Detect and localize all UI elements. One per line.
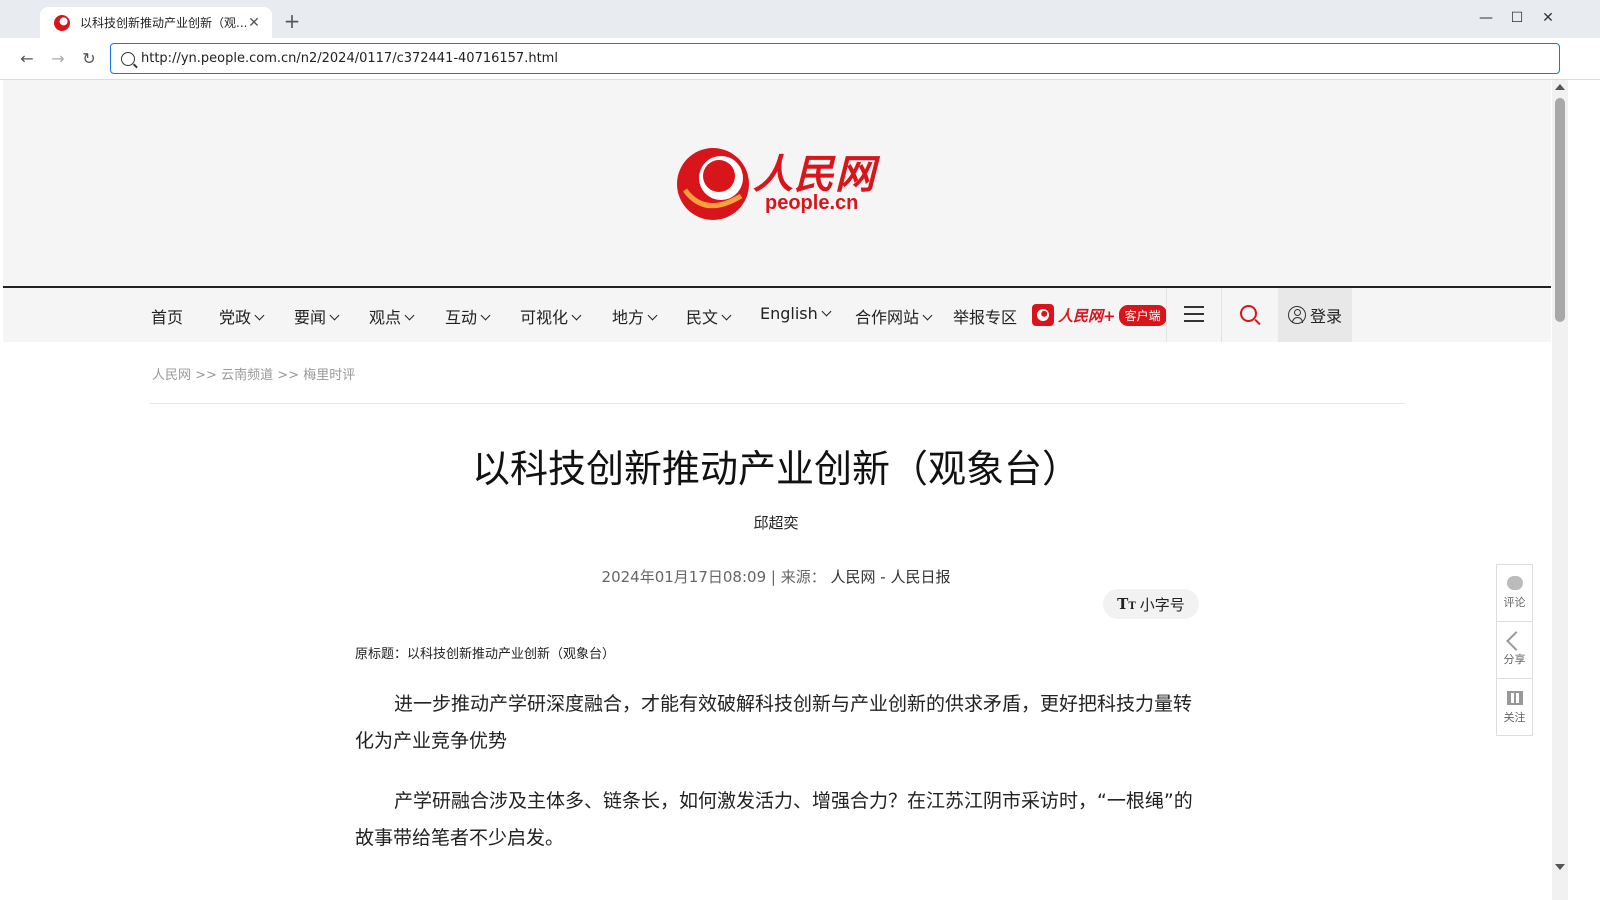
new-tab-icon[interactable]: + (282, 9, 302, 33)
browser-tab-bar: 以科技创新推动产业创新（观... ✕ + — ☐ ✕ (0, 0, 1600, 38)
article-paragraph: 产学研融合涉及主体多、链条长，如何激发活力、增强合力？在江苏江阴市采访时，“一根… (355, 790, 1193, 849)
chevron-down-icon (329, 310, 340, 321)
address-bar: ← → ↻ http://yn.people.com.cn/n2/2024/01… (0, 38, 1600, 80)
search-icon (121, 51, 135, 66)
chevron-down-icon (254, 310, 265, 321)
original-title: 原标题：以科技创新推动产业创新（观象台） (355, 647, 616, 662)
back-icon[interactable]: ← (17, 49, 37, 68)
breadcrumb-separator: >> (277, 368, 300, 383)
font-size-icon: TT (1117, 595, 1136, 613)
article-paragraph: 进一步推动产学研深度融合，才能有效破解科技创新与产业创新的供求矛盾，更好把科技力… (355, 693, 1193, 752)
maximize-icon[interactable]: ☐ (1507, 10, 1527, 26)
breadcrumb-separator: >> (195, 368, 217, 383)
reload-icon[interactable]: ↻ (79, 49, 99, 68)
nav-item-home[interactable]: 首页 (151, 304, 183, 328)
font-size-toggle[interactable]: TT 小字号 (1103, 589, 1199, 619)
nav-item-visual[interactable]: 可视化 (520, 304, 582, 328)
chevron-down-icon (480, 310, 491, 321)
follow-button[interactable]: 关注 (1497, 679, 1532, 736)
chevron-down-icon (404, 310, 415, 321)
nav-item-report[interactable]: 举报专区 (953, 304, 1017, 328)
user-icon (1287, 306, 1306, 324)
app-pill: 客户端 (1118, 304, 1167, 326)
hamburger-menu-icon[interactable] (1184, 306, 1204, 322)
window-edge (1568, 80, 1600, 900)
share-button[interactable]: 分享 (1497, 622, 1532, 679)
nav-item-local[interactable]: 地方 (612, 304, 658, 328)
follow-label: 关注 (1503, 710, 1526, 724)
app-logo-icon (1032, 304, 1054, 326)
scroll-up-icon[interactable] (1555, 84, 1565, 90)
site-logo[interactable]: 人民网 people.cn (675, 140, 895, 230)
close-tab-icon[interactable]: ✕ (246, 15, 262, 31)
url-input[interactable]: http://yn.people.com.cn/n2/2024/0117/c37… (110, 43, 1560, 74)
chevron-down-icon (721, 310, 732, 321)
app-download-link[interactable]: 人民网+ 客户端 (1032, 303, 1167, 327)
breadcrumb: 人民网 >> 云南频道 >> 梅里时评 (152, 364, 355, 383)
app-name: 人民网+ (1058, 306, 1116, 325)
chevron-down-icon (647, 310, 658, 321)
nav-item-partners[interactable]: 合作网站 (855, 304, 933, 328)
login-button[interactable]: 登录 (1278, 288, 1352, 342)
chevron-down-icon (821, 306, 832, 317)
favicon-icon (54, 14, 70, 31)
breadcrumb-link[interactable]: 人民网 (152, 368, 191, 383)
article-date: 2024年01月17日08:09 (601, 568, 767, 586)
article-source-link[interactable]: 人民网 - 人民日报 (831, 568, 951, 586)
comment-icon (1506, 576, 1523, 590)
article-author: 邱超奕 (753, 514, 799, 532)
login-label: 登录 (1309, 307, 1342, 326)
logo-subtext: people.cn (765, 192, 859, 214)
nav-divider (1221, 288, 1222, 342)
source-label: 来源： (780, 568, 826, 586)
comment-button[interactable]: 评论 (1497, 565, 1532, 622)
font-size-label: 小字号 (1139, 595, 1185, 614)
site-header: 人民网 people.cn (3, 80, 1551, 286)
nav-item-interaction[interactable]: 互动 (445, 304, 491, 328)
chevron-down-icon (571, 310, 582, 321)
article-meta: 2024年01月17日08:09 | 来源： 人民网 - 人民日报 (0, 566, 1552, 587)
people-logo-icon (677, 148, 749, 220)
forward-icon[interactable]: → (48, 49, 68, 68)
browser-tab[interactable]: 以科技创新推动产业创新（观... ✕ (40, 7, 272, 38)
breadcrumb-link[interactable]: 云南频道 (221, 368, 273, 383)
breadcrumb-divider (150, 403, 1405, 404)
meta-separator: | (770, 568, 781, 586)
nav-item-opinion[interactable]: 观点 (369, 304, 415, 328)
nav-item-ethnic[interactable]: 民文 (686, 304, 732, 328)
vertical-scrollbar[interactable] (1552, 80, 1568, 900)
qr-code-icon (1506, 690, 1523, 705)
breadcrumb-link[interactable]: 梅里时评 (303, 368, 355, 383)
side-share-panel: 评论 分享 关注 (1496, 564, 1533, 736)
minimize-icon[interactable]: — (1476, 10, 1496, 26)
scroll-down-icon[interactable] (1555, 864, 1565, 870)
nav-divider (1166, 288, 1167, 342)
close-window-icon[interactable]: ✕ (1538, 10, 1558, 26)
nav-item-english[interactable]: English (760, 304, 832, 323)
nav-item-news[interactable]: 要闻 (294, 304, 340, 328)
page-viewport: 人民网 people.cn 首页 党政 要闻 观点 互动 可视化 地方 民文 E… (0, 80, 1552, 900)
nav-item-party[interactable]: 党政 (219, 304, 265, 328)
tab-title: 以科技创新推动产业创新（观... (80, 16, 246, 30)
main-nav: 首页 党政 要闻 观点 互动 可视化 地方 民文 English 合作网站 举报… (3, 286, 1551, 342)
scrollbar-thumb[interactable] (1555, 98, 1565, 322)
article-title: 以科技创新推动产业创新（观象台） (471, 447, 1080, 491)
search-icon[interactable] (1240, 305, 1257, 322)
comment-label: 评论 (1503, 596, 1526, 609)
url-text: http://yn.people.com.cn/n2/2024/0117/c37… (141, 51, 558, 66)
share-label: 分享 (1503, 653, 1526, 666)
share-icon (1507, 633, 1523, 647)
chevron-down-icon (922, 310, 933, 321)
